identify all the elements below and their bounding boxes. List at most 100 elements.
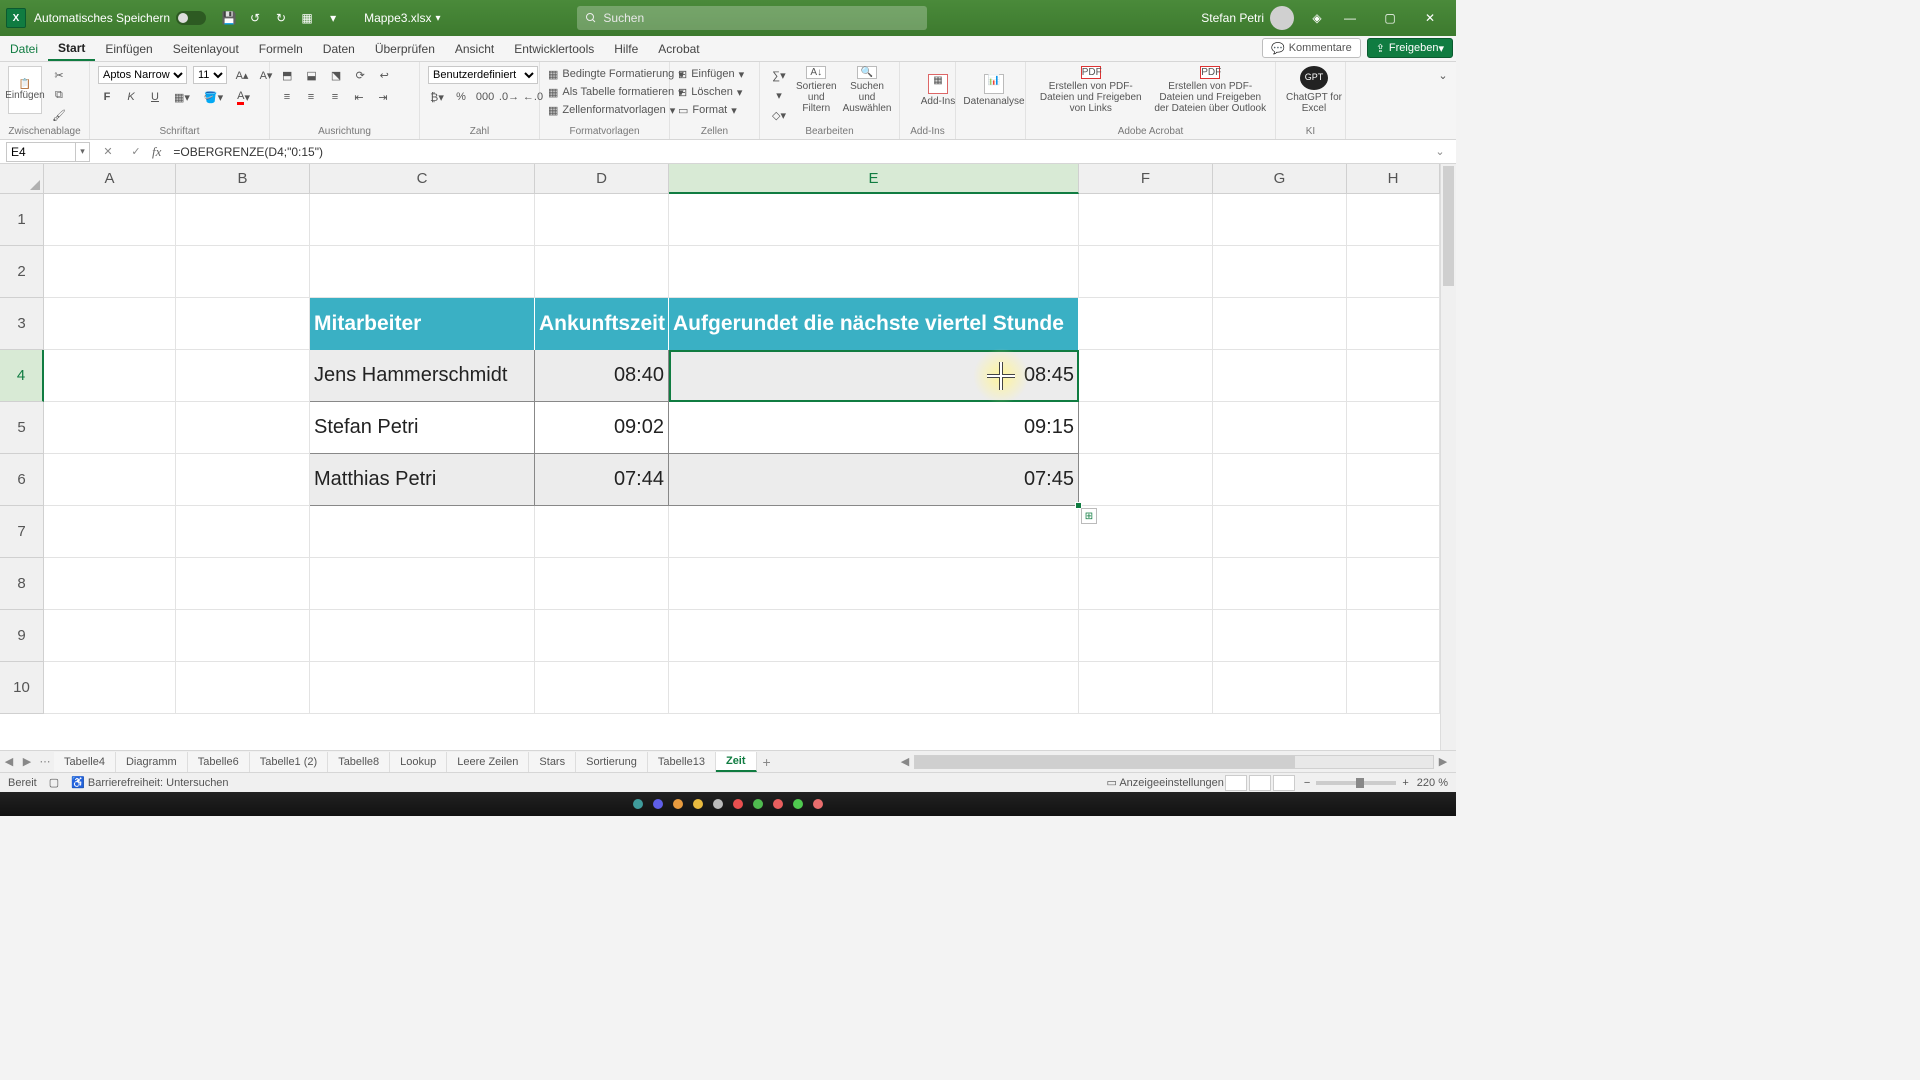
qat-camera-icon[interactable]: ▦ [296, 7, 318, 29]
orientation-icon[interactable]: ⟳ [351, 66, 369, 84]
find-select-button[interactable]: 🔍Suchen und Auswählen [843, 66, 892, 114]
sort-filter-button[interactable]: A↓Sortieren und Filtern [796, 66, 837, 114]
tab-pagelayout[interactable]: Seitenlayout [163, 36, 249, 61]
zoom-in-icon[interactable]: + [1402, 777, 1408, 789]
status-accessibility[interactable]: ♿ Barrierefreiheit: Untersuchen [71, 776, 228, 789]
cell-G7[interactable] [1213, 506, 1347, 558]
add-sheet-button[interactable]: + [757, 754, 777, 770]
zoom-slider[interactable] [1316, 781, 1396, 785]
row-header-3[interactable]: 3 [0, 298, 44, 350]
col-header-H[interactable]: H [1347, 164, 1440, 194]
row-header-8[interactable]: 8 [0, 558, 44, 610]
currency-icon[interactable]: ₿▾ [428, 88, 446, 106]
cell-E5[interactable]: 09:15 [669, 402, 1079, 454]
cell-A10[interactable] [44, 662, 176, 714]
cell-B7[interactable] [176, 506, 310, 558]
tab-insert[interactable]: Einfügen [95, 36, 162, 61]
view-pagebreak-icon[interactable] [1273, 775, 1295, 791]
enter-formula-icon[interactable]: ✓ [126, 142, 146, 162]
minimize-button[interactable]: — [1330, 4, 1370, 32]
row-header-5[interactable]: 5 [0, 402, 44, 454]
cells-format[interactable]: ▭ Format ▾ [678, 102, 751, 118]
cell-B2[interactable] [176, 246, 310, 298]
cell-H7[interactable] [1347, 506, 1440, 558]
fx-icon[interactable]: fx [152, 144, 161, 160]
cell-F9[interactable] [1079, 610, 1213, 662]
cell-styles[interactable]: ▦ Zellenformatvorlagen ▾ [548, 102, 661, 118]
comments-button[interactable]: 💬 Kommentare [1262, 38, 1361, 58]
inc-decimal-icon[interactable]: .0→ [500, 88, 518, 106]
cell-C10[interactable] [310, 662, 535, 714]
cell-H10[interactable] [1347, 662, 1440, 714]
cell-G4[interactable] [1213, 350, 1347, 402]
sheet-nav-prev-icon[interactable]: ◀ [0, 755, 18, 768]
sheet-nav-more-icon[interactable]: ⋯ [36, 755, 54, 768]
sheet-tab-tabelle8[interactable]: Tabelle8 [328, 752, 390, 772]
conditional-formatting[interactable]: ▦ Bedingte Formatierung ▾ [548, 66, 661, 82]
autofill-options-button[interactable]: ⊞ [1081, 508, 1097, 524]
status-macro-icon[interactable]: ▢ [49, 776, 59, 789]
row-header-10[interactable]: 10 [0, 662, 44, 714]
row-header-4[interactable]: 4 [0, 350, 44, 402]
cell-E6[interactable]: 07:45 [669, 454, 1079, 506]
cell-G6[interactable] [1213, 454, 1347, 506]
number-format-select[interactable]: Benutzerdefiniert [428, 66, 538, 84]
sheet-tab-tabelle6[interactable]: Tabelle6 [188, 752, 250, 772]
clear-icon[interactable]: ◇▾ [768, 106, 790, 124]
display-settings[interactable]: ▭ Anzeigeeinstellungen [1106, 776, 1223, 789]
cell-E3[interactable]: Aufgerundet die nächste viertel Stunde [669, 298, 1079, 350]
cell-E1[interactable] [669, 194, 1079, 246]
name-box-dropdown-icon[interactable]: ▾ [76, 142, 90, 162]
cell-G5[interactable] [1213, 402, 1347, 454]
align-middle-icon[interactable]: ⬓ [302, 66, 320, 84]
cell-G3[interactable] [1213, 298, 1347, 350]
sheet-tab-diagramm[interactable]: Diagramm [116, 752, 188, 772]
cell-A1[interactable] [44, 194, 176, 246]
cells-delete[interactable]: ⊟ Löschen ▾ [678, 84, 751, 100]
cell-A4[interactable] [44, 350, 176, 402]
row-header-9[interactable]: 9 [0, 610, 44, 662]
cell-G9[interactable] [1213, 610, 1347, 662]
percent-icon[interactable]: % [452, 88, 470, 106]
cancel-formula-icon[interactable]: ✕ [98, 142, 118, 162]
cell-A6[interactable] [44, 454, 176, 506]
tab-formulas[interactable]: Formeln [249, 36, 313, 61]
cell-E2[interactable] [669, 246, 1079, 298]
search-box[interactable]: Suchen [577, 6, 927, 30]
zoom-out-icon[interactable]: − [1304, 777, 1310, 789]
cell-C1[interactable] [310, 194, 535, 246]
sheet-tab-leere-zeilen[interactable]: Leere Zeilen [447, 752, 529, 772]
fillcolor-icon[interactable]: 🪣▾ [200, 88, 227, 106]
view-pagelayout-icon[interactable] [1249, 775, 1271, 791]
cell-B9[interactable] [176, 610, 310, 662]
tab-help[interactable]: Hilfe [604, 36, 648, 61]
formatpainter-icon[interactable]: 🖌 [48, 106, 70, 124]
close-button[interactable]: ✕ [1410, 4, 1450, 32]
name-box[interactable]: E4 [6, 142, 76, 162]
cell-B4[interactable] [176, 350, 310, 402]
fill-icon[interactable]: ▾ [768, 86, 790, 104]
cell-E10[interactable] [669, 662, 1079, 714]
cell-F1[interactable] [1079, 194, 1213, 246]
formula-input[interactable]: =OBERGRENZE(D4;"0:15") [167, 145, 1422, 159]
cell-H2[interactable] [1347, 246, 1440, 298]
cell-F5[interactable] [1079, 402, 1213, 454]
tab-data[interactable]: Daten [313, 36, 365, 61]
align-top-icon[interactable]: ⬒ [278, 66, 296, 84]
tab-view[interactable]: Ansicht [445, 36, 504, 61]
cell-F6[interactable] [1079, 454, 1213, 506]
sheet-nav-next-icon[interactable]: ▶ [18, 755, 36, 768]
share-button[interactable]: ⇪ Freigeben ▾ [1367, 38, 1453, 58]
italic-button[interactable]: K [122, 88, 140, 106]
cell-H3[interactable] [1347, 298, 1440, 350]
cell-G10[interactable] [1213, 662, 1347, 714]
cell-B1[interactable] [176, 194, 310, 246]
cell-A9[interactable] [44, 610, 176, 662]
tab-file[interactable]: Datei [0, 36, 48, 61]
cell-D4[interactable]: 08:40 [535, 350, 669, 402]
col-header-B[interactable]: B [176, 164, 310, 194]
cell-B6[interactable] [176, 454, 310, 506]
grid[interactable]: ABCDEFGH 12345678910 MitarbeiterAnkunfts… [0, 164, 1456, 750]
cell-E8[interactable] [669, 558, 1079, 610]
cell-B10[interactable] [176, 662, 310, 714]
